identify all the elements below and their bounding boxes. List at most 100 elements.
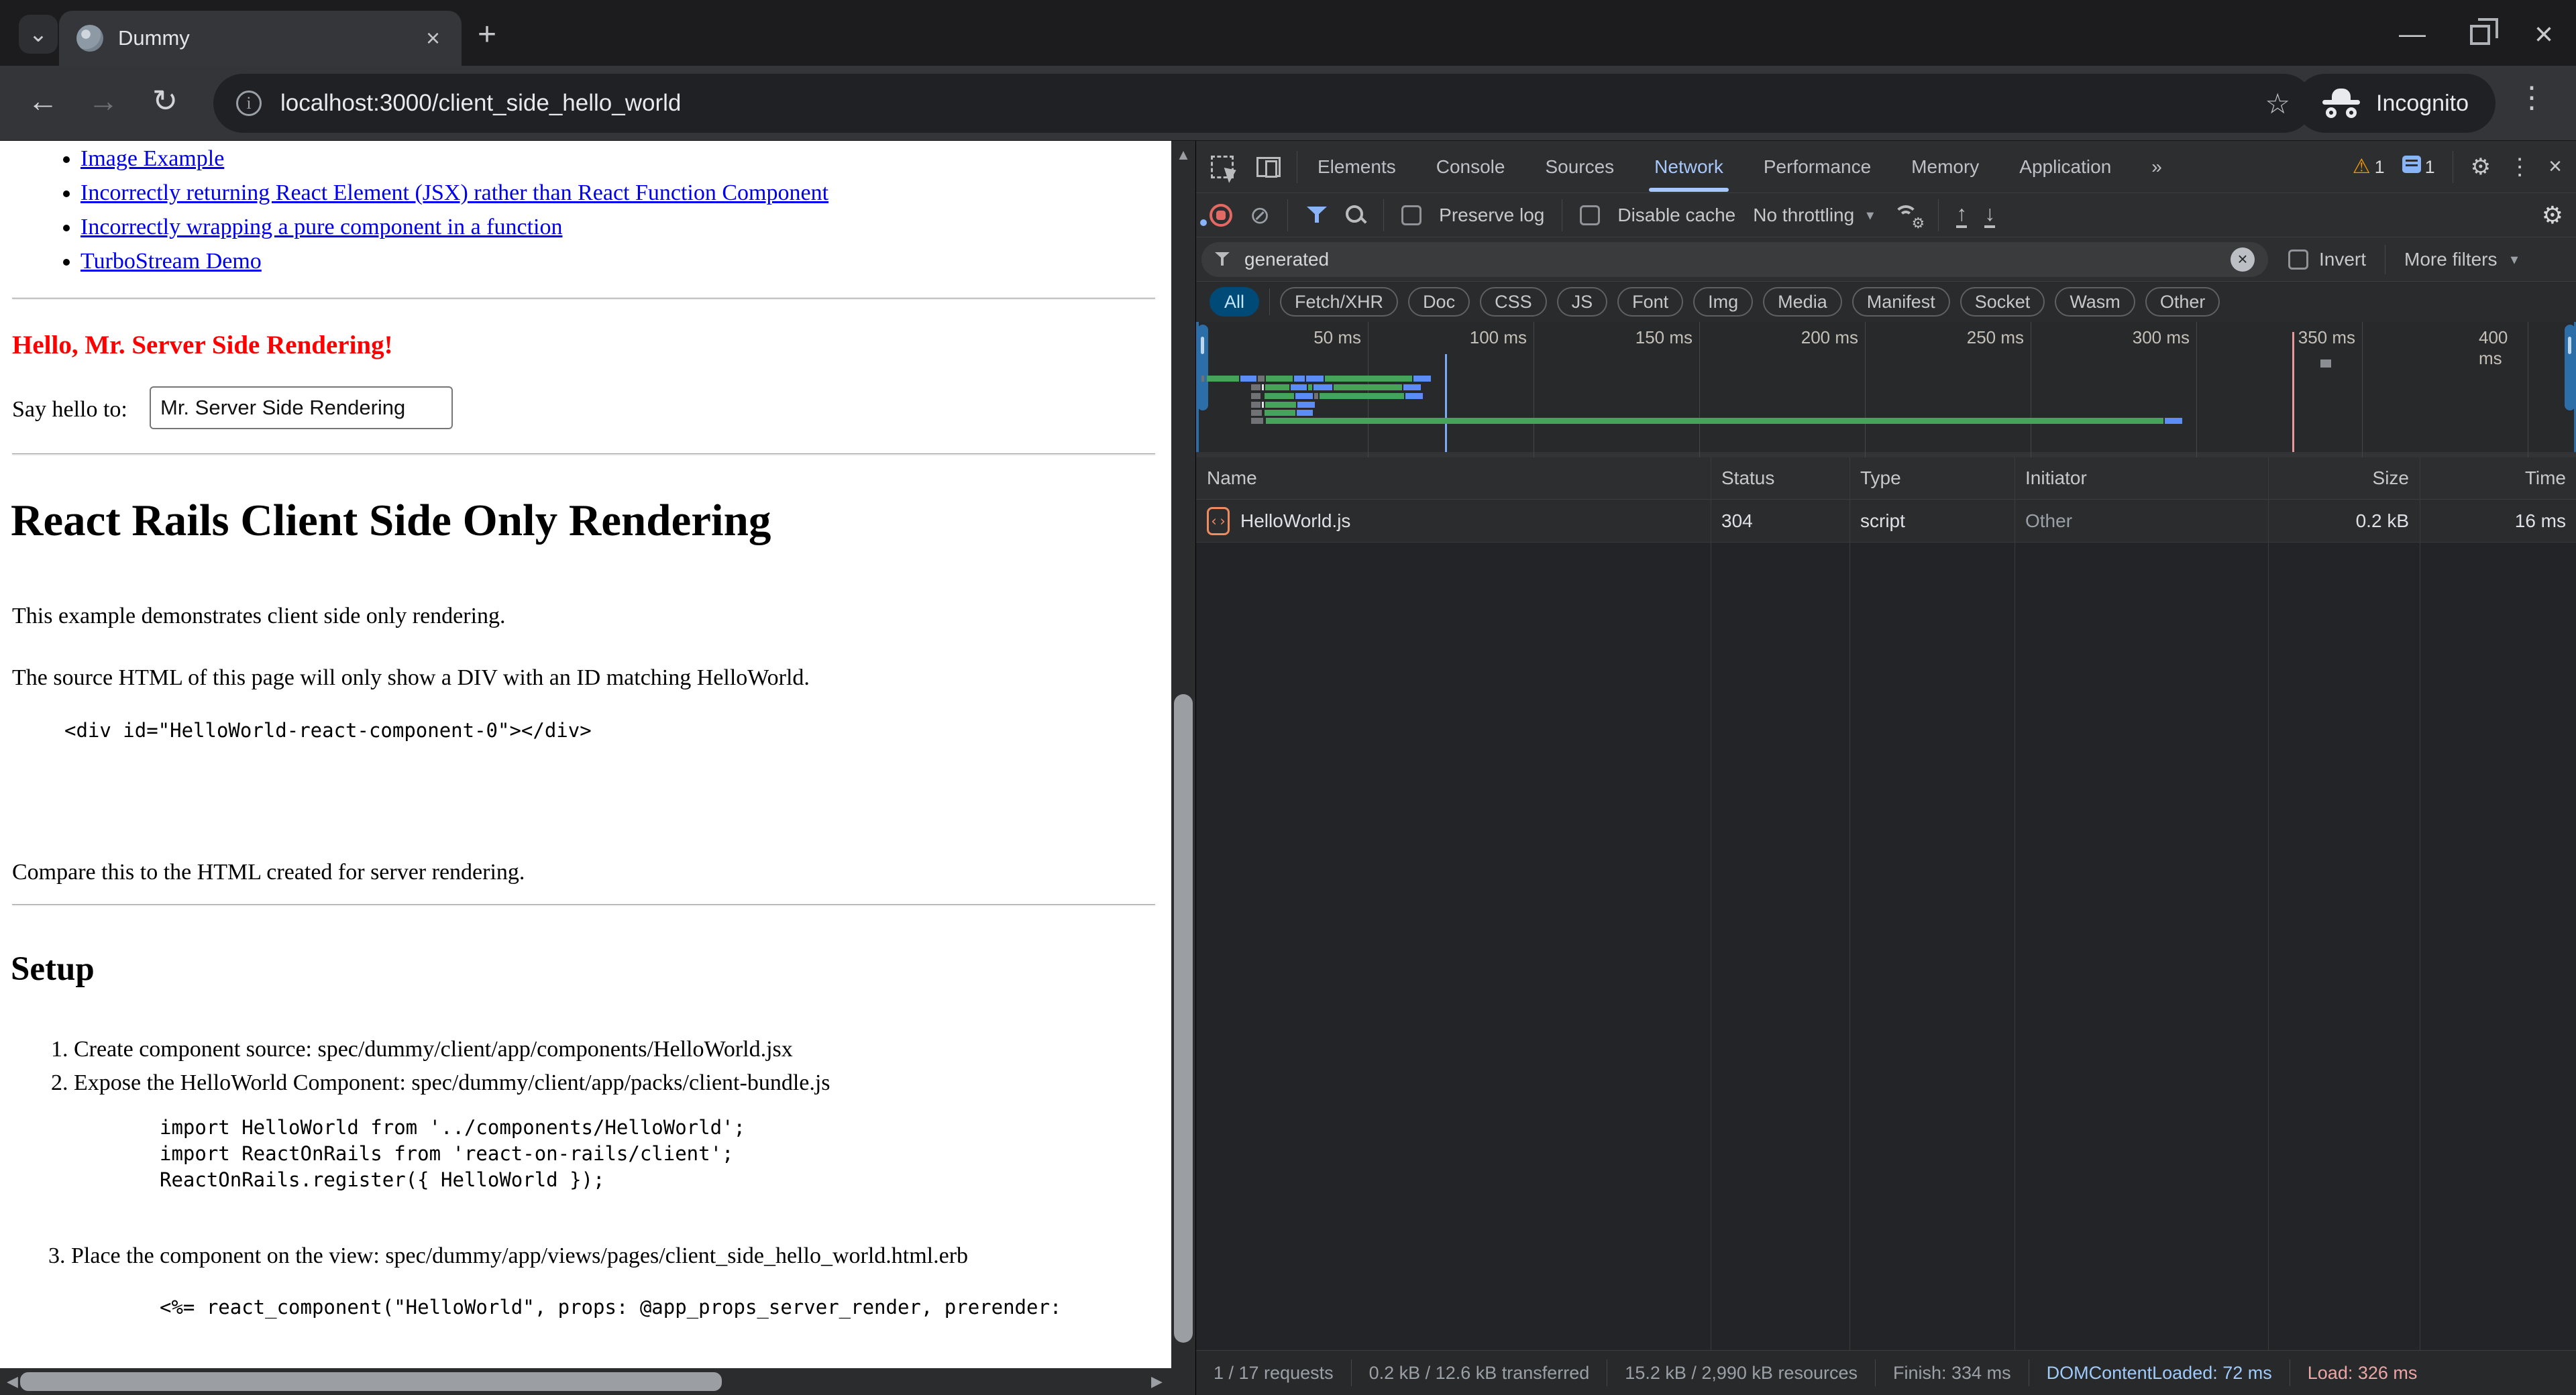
- column-header-status[interactable]: Status: [1711, 467, 1849, 489]
- chip-font[interactable]: Font: [1617, 287, 1683, 317]
- clear-network-log-icon[interactable]: ⊘: [1250, 203, 1270, 227]
- chip-fetchxhr[interactable]: Fetch/XHR: [1280, 287, 1398, 317]
- divider: [1938, 199, 1939, 231]
- network-overview-waterfall[interactable]: 50 ms100 ms150 ms200 ms250 ms300 ms350 m…: [1196, 322, 2576, 457]
- scroll-down-icon[interactable]: ▼: [1171, 1328, 1195, 1345]
- devtools-tabs: ElementsConsoleSourcesNetworkPerformance…: [1297, 141, 2131, 193]
- column-separator: [2268, 457, 2269, 1350]
- column-header-time[interactable]: Time: [2420, 467, 2576, 489]
- setup-item: Create component source: spec/dummy/clie…: [74, 1037, 830, 1062]
- chevron-down-icon: ⌄: [29, 21, 48, 48]
- device-toolbar-icon[interactable]: [1256, 157, 1281, 177]
- devtools-close-icon[interactable]: ×: [2548, 154, 2562, 180]
- forward-button[interactable]: →: [79, 76, 127, 125]
- tab-network[interactable]: Network: [1634, 141, 1743, 193]
- import-har-icon[interactable]: ↑: [1956, 203, 1967, 228]
- vertical-scrollbar[interactable]: ▲ ▼: [1171, 141, 1195, 1368]
- column-header-size[interactable]: Size: [2268, 467, 2420, 489]
- scroll-right-icon[interactable]: ▶: [1151, 1373, 1163, 1390]
- overview-left-grip[interactable]: [1197, 325, 1208, 410]
- filter-toggle-icon[interactable]: [1305, 204, 1328, 227]
- column-header-initiator[interactable]: Initiator: [2015, 467, 2268, 489]
- devtools-menu-icon[interactable]: ⋮: [2508, 154, 2531, 180]
- throttling-select[interactable]: No throttling ▾: [1753, 205, 1874, 226]
- filter-input[interactable]: generated ×: [1201, 242, 2268, 277]
- tab-elements[interactable]: Elements: [1297, 141, 1416, 193]
- column-header-type[interactable]: Type: [1849, 467, 2015, 489]
- waterfall-bar-segment: [2165, 418, 2182, 424]
- tab-memory[interactable]: Memory: [1891, 141, 1999, 193]
- page-link[interactable]: TurboStream Demo: [80, 249, 262, 274]
- site-info-icon[interactable]: i: [236, 91, 262, 116]
- preserve-log-checkbox[interactable]: [1401, 205, 1421, 225]
- code-snippet: <%= react_component("HelloWorld", props:…: [160, 1296, 1166, 1319]
- waterfall-bar-segment: [1262, 402, 1264, 408]
- page-link[interactable]: Image Example: [80, 146, 224, 171]
- column-header-name[interactable]: Name: [1196, 467, 1711, 489]
- export-har-icon[interactable]: ↓: [1984, 203, 1995, 228]
- tab-console[interactable]: Console: [1416, 141, 1525, 193]
- browser-tab[interactable]: Dummy ×: [59, 11, 462, 66]
- overview-bottom-strip: [1196, 452, 2576, 457]
- network-settings-gear-icon[interactable]: ⚙: [2542, 201, 2563, 229]
- waterfall-bar-segment: [1308, 384, 1312, 390]
- warnings-badge[interactable]: ⚠1: [2353, 155, 2385, 178]
- minimize-button[interactable]: —: [2399, 19, 2426, 50]
- chip-wasm[interactable]: Wasm: [2055, 287, 2135, 317]
- horizontal-scrollbar[interactable]: ◀ ▶: [0, 1368, 1195, 1395]
- tab-performance[interactable]: Performance: [1743, 141, 1891, 193]
- new-tab-button[interactable]: +: [478, 19, 496, 51]
- tab-sources[interactable]: Sources: [1525, 141, 1634, 193]
- scroll-up-icon[interactable]: ▲: [1171, 146, 1195, 164]
- page-viewport: Image Example Incorrectly returning React…: [0, 141, 1171, 1368]
- warning-icon: ⚠: [2353, 156, 2371, 178]
- chip-media[interactable]: Media: [1763, 287, 1842, 317]
- network-conditions-icon[interactable]: ⚙: [1891, 204, 1921, 227]
- tab-close-icon[interactable]: ×: [422, 24, 444, 52]
- browser-menu-icon[interactable]: ⋮: [2517, 80, 2546, 115]
- window-close-button[interactable]: ×: [2534, 16, 2553, 53]
- more-tabs-button[interactable]: »: [2131, 141, 2182, 193]
- settings-gear-icon[interactable]: ⚙: [2471, 154, 2491, 180]
- more-filters-button[interactable]: More filters ▾: [2404, 249, 2518, 270]
- bookmark-star-icon[interactable]: ☆: [2265, 87, 2290, 120]
- page-link[interactable]: Incorrectly returning React Element (JSX…: [80, 180, 828, 205]
- cell-initiator: Other: [2015, 510, 2268, 532]
- restore-button[interactable]: [2470, 25, 2490, 45]
- horizontal-scrollbar-thumb[interactable]: [20, 1372, 722, 1391]
- reload-button[interactable]: ↻: [141, 76, 189, 125]
- chip-socket[interactable]: Socket: [1960, 287, 2045, 317]
- filter-text[interactable]: generated: [1244, 249, 2218, 270]
- hello-name-input[interactable]: [150, 386, 453, 429]
- chip-doc[interactable]: Doc: [1408, 287, 1470, 317]
- tab-application[interactable]: Application: [1999, 141, 2131, 193]
- tab-search-button[interactable]: ⌄: [19, 15, 58, 54]
- back-button[interactable]: ←: [19, 76, 67, 125]
- chip-all[interactable]: All: [1210, 287, 1259, 317]
- chevron-down-icon: ▾: [1866, 207, 1874, 224]
- url-text[interactable]: localhost:3000/client_side_hello_world: [280, 90, 2265, 117]
- vertical-scrollbar-thumb[interactable]: [1174, 694, 1193, 1343]
- chip-js[interactable]: JS: [1557, 287, 1608, 317]
- waterfall-bar-segment: [1265, 384, 1289, 390]
- request-type-filter-chips: All Fetch/XHR Doc CSS JS Font Img Media Manifest…: [1196, 282, 2576, 322]
- page-link[interactable]: Incorrectly wrapping a pure component in…: [80, 215, 562, 239]
- scroll-left-icon[interactable]: ◀: [7, 1373, 18, 1390]
- chip-manifest[interactable]: Manifest: [1852, 287, 1950, 317]
- invert-checkbox[interactable]: [2288, 249, 2308, 270]
- address-bar[interactable]: i localhost:3000/client_side_hello_world…: [213, 74, 2313, 133]
- issues-badge[interactable]: 1: [2402, 156, 2435, 178]
- search-icon[interactable]: [1346, 205, 1366, 225]
- overview-right-grip[interactable]: [2565, 325, 2575, 410]
- clear-filter-icon[interactable]: ×: [2231, 247, 2255, 272]
- inspect-element-icon[interactable]: [1211, 156, 1234, 178]
- chip-css[interactable]: CSS: [1480, 287, 1547, 317]
- chip-other[interactable]: Other: [2145, 287, 2220, 317]
- chip-img[interactable]: Img: [1693, 287, 1753, 317]
- requests-count: 1 / 17 requests: [1196, 1359, 1352, 1386]
- request-table-row[interactable]: ‹›HelloWorld.js304scriptOther0.2 kB16 ms: [1196, 500, 2576, 543]
- issue-count: 1: [2425, 157, 2435, 177]
- paragraph: This example demonstrates client side on…: [12, 604, 506, 629]
- record-button[interactable]: [1210, 204, 1232, 227]
- disable-cache-checkbox[interactable]: [1580, 205, 1600, 225]
